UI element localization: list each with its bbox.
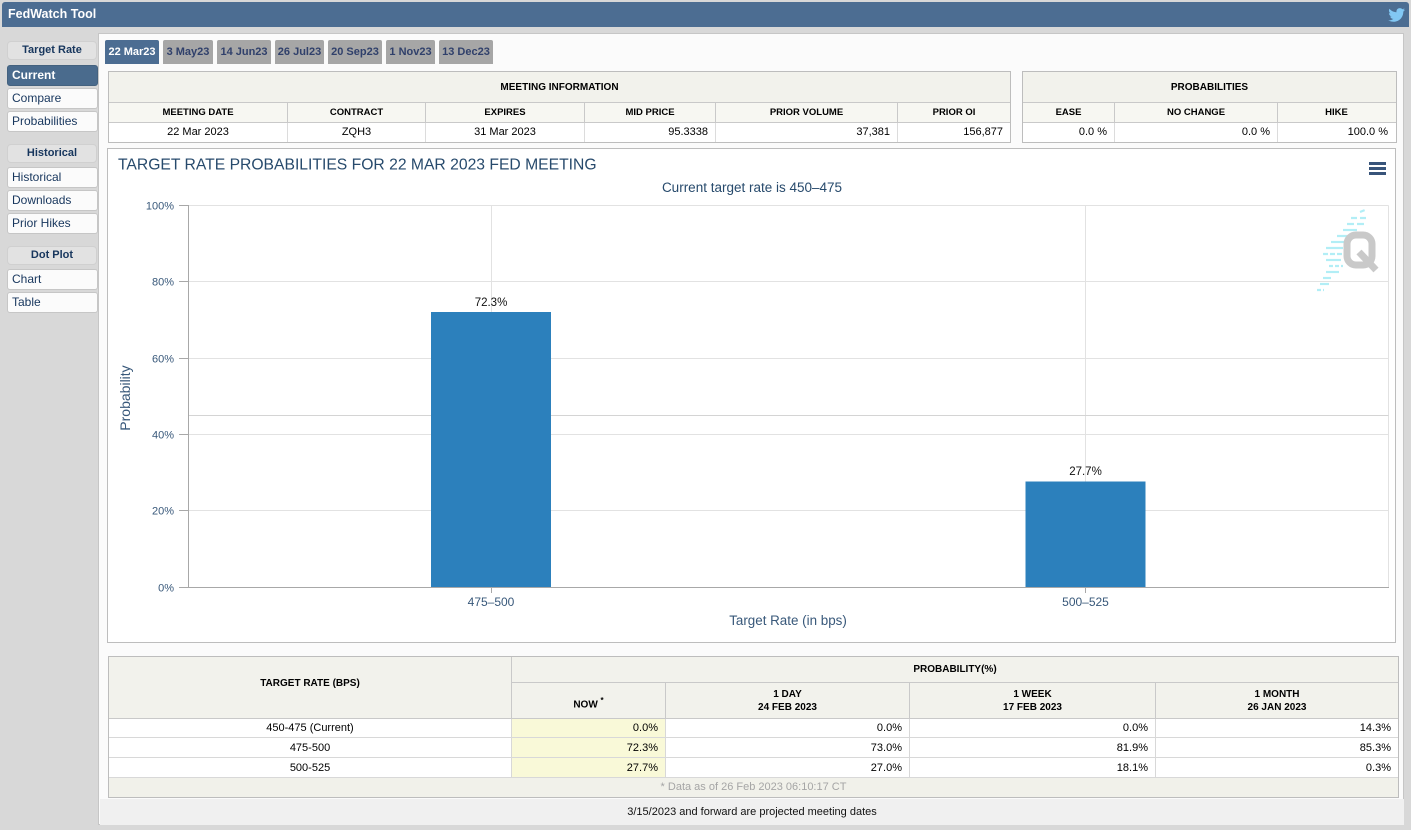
svg-text:Current target rate is 450–475: Current target rate is 450–475 — [662, 180, 842, 195]
svg-text:475–500: 475–500 — [468, 595, 515, 609]
svg-text:Probability: Probability — [117, 365, 133, 430]
svg-text:Target Rate (in bps): Target Rate (in bps) — [729, 613, 847, 628]
svg-text:40%: 40% — [152, 430, 174, 442]
svg-text:500–525: 500–525 — [1062, 595, 1109, 609]
svg-text:20%: 20% — [152, 506, 174, 518]
svg-text:TARGET RATE PROBABILITIES FOR: TARGET RATE PROBABILITIES FOR 22 MAR 202… — [118, 157, 597, 174]
svg-text:27.7%: 27.7% — [1069, 466, 1102, 478]
svg-text:100%: 100% — [146, 201, 174, 213]
svg-text:80%: 80% — [152, 277, 174, 289]
svg-text:60%: 60% — [152, 354, 174, 366]
svg-text:0%: 0% — [158, 583, 174, 595]
svg-text:72.3%: 72.3% — [475, 297, 508, 309]
